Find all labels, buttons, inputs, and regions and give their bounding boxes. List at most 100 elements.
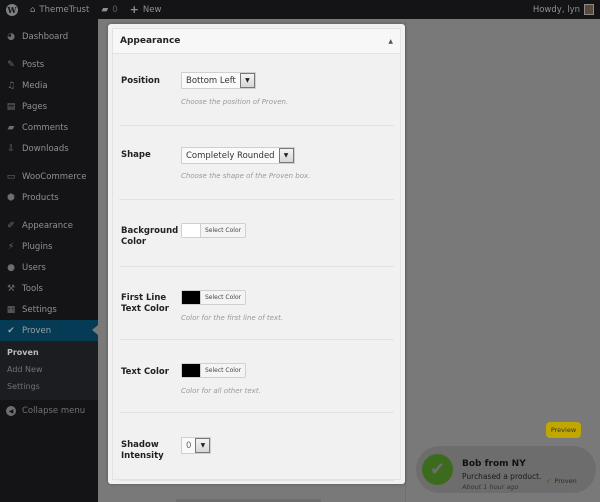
comments-count: 0: [112, 4, 118, 15]
sidebar-item-proven[interactable]: ✔ Proven: [0, 320, 98, 341]
avatar: [584, 4, 594, 15]
sidebar-item-posts[interactable]: ✎ Posts: [0, 54, 98, 75]
background-color-picker[interactable]: Select Color: [181, 223, 247, 238]
color-swatch: [182, 224, 201, 237]
preview-button[interactable]: Preview: [546, 422, 581, 438]
text-color-row: Text Color Select Color Color for all ot…: [119, 340, 394, 413]
sidebar-item-dashboard[interactable]: ◕ Dashboard: [0, 26, 98, 47]
first-line-color-description: Color for the first line of text.: [181, 314, 284, 322]
sidebar-item-label: Plugins: [22, 241, 53, 252]
sidebar-item-label: Downloads: [22, 143, 69, 154]
woocommerce-icon: ▭: [6, 171, 16, 182]
collapse-menu-label: Collapse menu: [22, 406, 86, 416]
shape-description: Choose the shape of the Proven box.: [181, 172, 311, 180]
dropdown-arrow-icon: ▼: [278, 148, 294, 163]
text-color-label: Text Color: [121, 367, 169, 377]
text-color-picker[interactable]: Select Color: [181, 363, 247, 378]
position-description: Choose the position of Proven.: [181, 98, 289, 106]
color-swatch: [182, 291, 201, 304]
shape-label: Shape: [121, 150, 151, 160]
submenu-item-add-new[interactable]: Add New: [0, 361, 98, 378]
collapse-menu-button[interactable]: ◀ Collapse menu: [0, 400, 98, 422]
shape-value: Completely Rounded: [186, 150, 275, 161]
first-line-color-label: First Line Text Color: [121, 293, 169, 315]
sidebar-item-pages[interactable]: ▤ Pages: [0, 96, 98, 117]
sidebar-item-users[interactable]: ● Users: [0, 257, 98, 278]
comments-link[interactable]: ▰ 0: [95, 0, 123, 19]
shadow-intensity-value: 0: [186, 440, 192, 451]
shadow-intensity-label: Shadow Intensity: [121, 440, 164, 462]
wordpress-logo-icon: W: [6, 3, 18, 16]
select-color-button[interactable]: Select Color: [201, 364, 246, 377]
collapse-up-icon[interactable]: ▲: [388, 38, 393, 45]
position-row: Position Bottom Left ▼ Choose the positi…: [119, 54, 394, 126]
sidebar-item-settings[interactable]: ▦ Settings: [0, 299, 98, 320]
background-color-row: Background Color Select Color: [119, 200, 394, 267]
color-swatch: [182, 364, 201, 377]
sidebar-item-label: Products: [22, 192, 59, 203]
comment-bubble-icon: ▰: [101, 4, 109, 15]
new-content-link[interactable]: + New: [124, 0, 168, 19]
select-color-button[interactable]: Select Color: [201, 291, 246, 304]
site-name-link[interactable]: ⌂ ThemeTrust: [24, 0, 95, 19]
sidebar-item-woocommerce[interactable]: ▭ WooCommerce: [0, 166, 98, 187]
sidebar-item-label: Users: [22, 262, 46, 273]
my-account-link[interactable]: Howdy, lyn: [533, 4, 600, 15]
products-icon: ⬢: [7, 192, 15, 203]
position-select[interactable]: Bottom Left ▼: [181, 72, 256, 89]
user-icon: ●: [7, 262, 15, 273]
sidebar-item-comments[interactable]: ▰ Comments: [0, 117, 98, 138]
sidebar-item-label: WooCommerce: [22, 171, 87, 182]
wordpress-menu[interactable]: W: [0, 0, 24, 19]
settings-icon: ▦: [6, 304, 16, 315]
sidebar-item-label: Dashboard: [22, 31, 69, 42]
label-line: Text Color: [121, 304, 169, 314]
admin-sidebar: ◕ Dashboard ✎ Posts ♫ Media ▤ Pages ▰ Co…: [0, 19, 98, 502]
shadow-intensity-row: Shadow Intensity 0 ▼: [119, 413, 394, 481]
label-line: First Line: [121, 293, 167, 303]
label-line: Color: [121, 237, 147, 247]
first-line-color-picker[interactable]: Select Color: [181, 290, 247, 305]
sidebar-item-label: Settings: [22, 304, 57, 315]
label-line: Shadow: [121, 440, 159, 450]
check-icon: ✔: [7, 325, 15, 336]
select-color-button[interactable]: Select Color: [201, 224, 246, 237]
shape-row: Shape Completely Rounded ▼ Choose the sh…: [119, 126, 394, 200]
sidebar-item-tools[interactable]: ⚒ Tools: [0, 278, 98, 299]
sidebar-item-label: Posts: [22, 59, 45, 70]
sidebar-item-label: Appearance: [22, 220, 74, 231]
sidebar-item-label: Proven: [22, 325, 52, 336]
sidebar-item-plugins[interactable]: ⚡ Plugins: [0, 236, 98, 257]
media-icon: ♫: [6, 80, 16, 91]
dashboard-icon: ◕: [7, 31, 15, 42]
plugin-icon: ⚡: [7, 241, 15, 252]
submenu-item-proven[interactable]: Proven: [0, 344, 98, 361]
shadow-intensity-select[interactable]: 0 ▼: [181, 437, 212, 454]
panel-title: Appearance: [120, 36, 181, 46]
sidebar-item-label: Comments: [22, 122, 69, 133]
wrench-icon: ⚒: [6, 283, 16, 294]
text-color-description: Color for all other text.: [181, 387, 261, 395]
proven-submenu: Proven Add New Settings: [0, 341, 98, 400]
sidebar-item-products[interactable]: ⬢ Products: [0, 187, 98, 208]
sidebar-item-downloads[interactable]: ⇩ Downloads: [0, 138, 98, 159]
sidebar-item-label: Tools: [22, 283, 43, 294]
sidebar-item-appearance[interactable]: ✐ Appearance: [0, 215, 98, 236]
panel-header[interactable]: Appearance ▲: [113, 29, 400, 54]
label-line: Intensity: [121, 451, 164, 461]
background-color-label: Background Color: [121, 226, 178, 248]
comment-icon: ▰: [7, 122, 15, 133]
appearance-panel: Appearance ▲ Position Bottom Left ▼ Choo…: [112, 28, 401, 481]
small-check-icon: ✔: [546, 477, 552, 485]
greeting: Howdy, lyn: [532, 4, 580, 15]
shape-select[interactable]: Completely Rounded ▼: [181, 147, 295, 164]
notification-action: Purchased a product.: [462, 472, 542, 481]
submenu-item-settings[interactable]: Settings: [0, 378, 98, 395]
sidebar-item-media[interactable]: ♫ Media: [0, 75, 98, 96]
page-column-divider: [405, 22, 406, 502]
sidebar-item-label: Pages: [22, 101, 48, 112]
checkmark-icon: ✔: [422, 454, 453, 485]
position-value: Bottom Left: [186, 75, 236, 86]
home-icon: ⌂: [30, 4, 36, 15]
notification-time: About 1 hour ago: [462, 483, 519, 491]
